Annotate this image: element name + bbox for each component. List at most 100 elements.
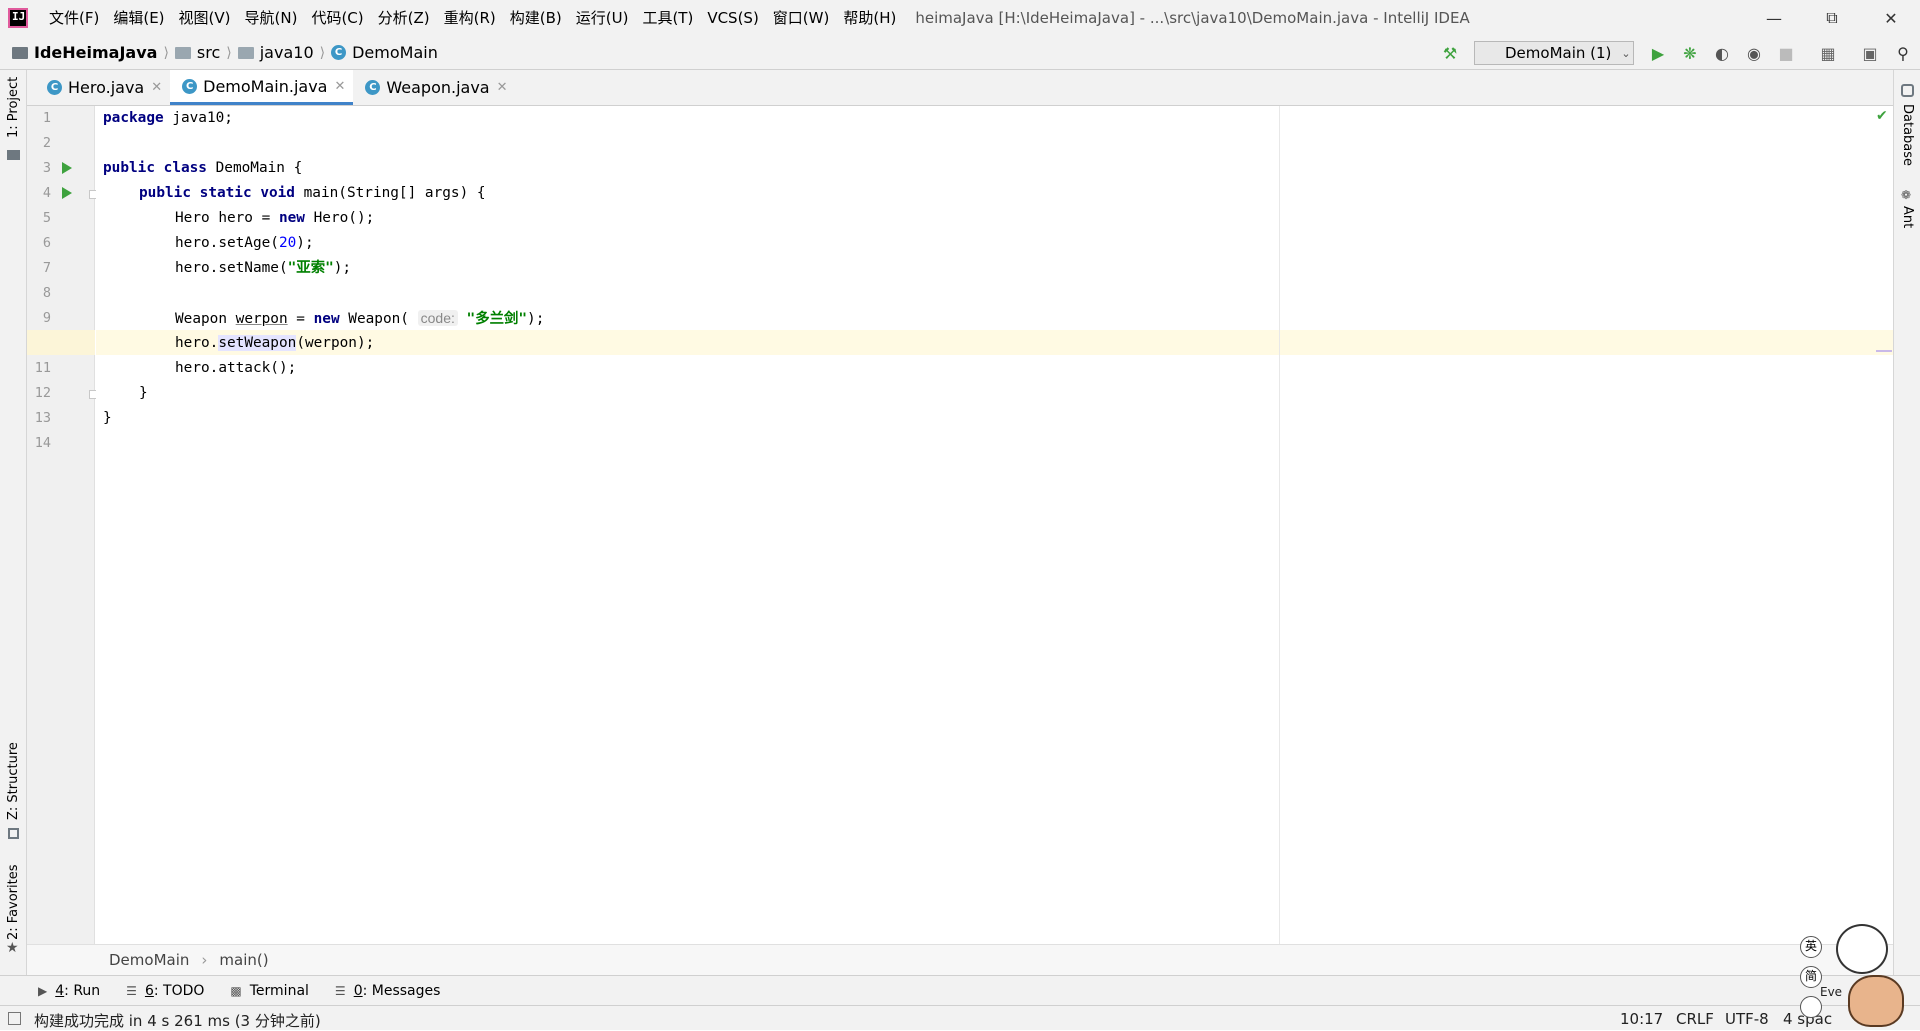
search-icon[interactable]: ⚲ xyxy=(1893,43,1913,63)
code-line-1[interactable]: package java10; xyxy=(103,106,233,131)
inspection-ok-icon[interactable]: ✔ xyxy=(1876,108,1888,124)
menu-view[interactable]: 视图(V) xyxy=(172,0,238,36)
menu-code[interactable]: 代码(C) xyxy=(304,0,370,36)
menu-vcs[interactable]: VCS(S) xyxy=(700,0,765,36)
restore-button[interactable]: ⧉ xyxy=(1803,0,1861,36)
code-editor[interactable]: package java10; public class DemoMain { … xyxy=(96,106,1893,944)
breadcrumb-class[interactable]: DemoMain xyxy=(109,951,189,969)
run-main-icon[interactable] xyxy=(62,187,72,199)
code-line-9[interactable]: Weapon werpon = new Weapon( code: "多兰剑")… xyxy=(175,306,544,331)
database-tool-tab[interactable]: Database xyxy=(1900,104,1915,166)
project-structure-icon[interactable]: ▦ xyxy=(1818,43,1838,63)
crumb-src[interactable]: src xyxy=(197,43,220,62)
minimize-button[interactable]: — xyxy=(1745,0,1803,36)
line-number: 9 xyxy=(42,310,51,326)
structure-tool-tab[interactable]: Z: Structure xyxy=(6,742,21,820)
stop-icon[interactable]: ■ xyxy=(1776,43,1796,63)
tab-weapon-java[interactable]: C Weapon.java ✕ xyxy=(353,70,515,105)
chevron-right-icon: › xyxy=(201,951,208,969)
code-line-6[interactable]: hero.setAge(20); xyxy=(175,231,314,256)
ime-simplified-toggle[interactable]: 简 xyxy=(1800,966,1822,988)
ant-tool-tab[interactable]: Ant xyxy=(1900,206,1915,228)
tab-label: Hero.java xyxy=(68,78,145,97)
class-icon: C xyxy=(47,80,62,95)
close-window-button[interactable]: ✕ xyxy=(1862,0,1920,36)
terminal-icon: ▩ xyxy=(230,983,242,998)
caret-stripe-mark[interactable] xyxy=(1876,350,1892,352)
line-number: 2 xyxy=(42,135,51,151)
line-gutter[interactable]: 1 2 3 4 5 6 7 8 9 10 11 12 13 14 xyxy=(27,106,98,944)
code-line-12[interactable]: } xyxy=(139,381,148,406)
menu-refactor[interactable]: 重构(R) xyxy=(437,0,503,36)
run-class-icon[interactable] xyxy=(62,162,72,174)
line-number: 3 xyxy=(42,160,51,176)
messages-tool-button[interactable]: ☰ 0: Messages xyxy=(335,983,441,999)
code-line-3[interactable]: public class DemoMain { xyxy=(103,156,302,181)
menu-build[interactable]: 构建(B) xyxy=(503,0,569,36)
todo-tool-button[interactable]: ☰ 6: TODO xyxy=(126,983,204,999)
close-icon[interactable]: ✕ xyxy=(334,79,345,94)
code-line-5[interactable]: Hero hero = new Hero(); xyxy=(175,206,374,231)
line-number: 1 xyxy=(42,110,51,126)
profile-icon[interactable]: ◉ xyxy=(1744,43,1764,63)
code-line-4[interactable]: public static void main(String[] args) { xyxy=(139,181,486,206)
breadcrumb-method[interactable]: main() xyxy=(219,951,268,969)
status-bar: 构建成功完成 in 4 s 261 ms (3 分钟之前) 10:17 CRLF… xyxy=(0,1005,1920,1030)
menu-edit[interactable]: 编辑(E) xyxy=(106,0,171,36)
terminal-tool-button[interactable]: ▩ Terminal xyxy=(230,983,309,999)
code-line-13[interactable]: } xyxy=(103,406,112,431)
file-encoding[interactable]: UTF-8 xyxy=(1725,1010,1769,1028)
menu-analyze[interactable]: 分析(Z) xyxy=(371,0,437,36)
line-number: 14 xyxy=(34,435,51,451)
code-line-7[interactable]: hero.setName("亚索"); xyxy=(175,256,351,281)
messages-icon: ☰ xyxy=(334,983,346,998)
chevron-right-icon: ⟩ xyxy=(319,44,326,61)
menu-run[interactable]: 运行(U) xyxy=(569,0,636,36)
menu-file[interactable]: 文件(F) xyxy=(42,0,106,36)
event-log-label[interactable]: Eve xyxy=(1820,985,1842,999)
close-icon[interactable]: ✕ xyxy=(151,80,162,95)
parameter-hint: code: xyxy=(417,310,458,326)
line-number: 13 xyxy=(34,410,51,426)
crumb-package[interactable]: java10 xyxy=(260,43,314,62)
close-icon[interactable]: ✕ xyxy=(497,80,508,95)
caret-position[interactable]: 10:17 xyxy=(1620,1010,1663,1028)
line-separator[interactable]: CRLF xyxy=(1676,1010,1714,1028)
tab-hero-java[interactable]: C Hero.java ✕ xyxy=(35,70,170,105)
window-icon[interactable]: ▣ xyxy=(1860,43,1880,63)
project-tool-tab[interactable]: 1: Project xyxy=(6,77,21,138)
crumb-project[interactable]: IdeHeimaJava xyxy=(34,43,157,62)
favorites-tool-tab[interactable]: 2: Favorites xyxy=(6,864,21,940)
chevron-down-icon: ⌄ xyxy=(1621,46,1631,60)
menu-window[interactable]: 窗口(W) xyxy=(766,0,837,36)
line-number: 6 xyxy=(42,235,51,251)
menu-tools[interactable]: 工具(T) xyxy=(635,0,700,36)
line-number: 11 xyxy=(34,360,51,376)
breadcrumb: IdeHeimaJava ⟩ src ⟩ java10 ⟩ C DemoMain xyxy=(12,43,438,62)
right-tool-strip: Database ❁ Ant xyxy=(1893,70,1920,975)
menu-navigate[interactable]: 导航(N) xyxy=(238,0,305,36)
code-line-10[interactable]: hero.setWeapon(werpon); xyxy=(175,331,374,356)
tab-demomain-java[interactable]: C DemoMain.java ✕ xyxy=(170,70,354,105)
build-hammer-icon[interactable]: ⚒ xyxy=(1440,43,1460,63)
title-bar: IJ 文件(F) 编辑(E) 视图(V) 导航(N) 代码(C) 分析(Z) 重… xyxy=(0,0,1920,36)
run-icon[interactable]: ▶ xyxy=(1648,43,1668,63)
code-line-11[interactable]: hero.attack(); xyxy=(175,356,296,381)
run-config-select[interactable]: DemoMain (1) ⌄ xyxy=(1474,41,1634,65)
intellij-logo-icon: IJ xyxy=(8,8,28,28)
crumb-class[interactable]: DemoMain xyxy=(352,43,438,62)
structure-icon xyxy=(8,828,19,839)
ime-mascot-icon[interactable] xyxy=(1800,996,1822,1018)
ime-english-toggle[interactable]: 英 xyxy=(1800,936,1822,958)
tool-windows-toggle-icon[interactable] xyxy=(8,1012,21,1025)
status-message[interactable]: 构建成功完成 in 4 s 261 ms (3 分钟之前) xyxy=(34,1010,321,1031)
database-icon xyxy=(1901,84,1914,97)
debug-icon[interactable]: ❋ xyxy=(1680,43,1700,63)
menu-help[interactable]: 帮助(H) xyxy=(836,0,903,36)
play-icon: ▶ xyxy=(38,983,48,998)
class-icon: C xyxy=(365,80,381,95)
coverage-icon[interactable]: ◐ xyxy=(1712,43,1732,63)
main-menu: 文件(F) 编辑(E) 视图(V) 导航(N) 代码(C) 分析(Z) 重构(R… xyxy=(42,0,903,36)
chevron-right-icon: ⟩ xyxy=(163,44,169,61)
run-tool-button[interactable]: ▶ 4: Run xyxy=(38,983,100,999)
